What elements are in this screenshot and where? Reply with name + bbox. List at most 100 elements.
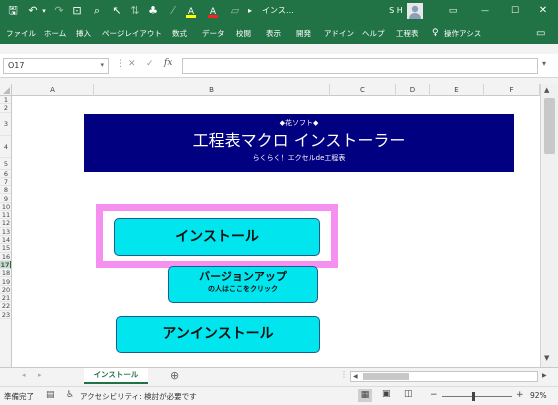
row-header-23[interactable]: 23 [0,311,11,319]
title-bar: 🖫 ↶ ▾ ↷ ⊡ ⌕ ↖ ⇅ ♣ ⁄ A A ▱ ▸ インス… S H ▭ —… [0,0,558,22]
paint-icon[interactable]: ♣ [146,4,160,18]
row-header-17[interactable]: 17 [0,260,11,270]
add-sheet-icon[interactable]: ⊕ [170,369,179,382]
tab-schedule[interactable]: 工程表 [396,27,419,40]
row-header-7[interactable]: 7 [0,178,11,187]
ribbon-display-icon[interactable]: ▭ [446,4,460,18]
scroll-up-icon[interactable]: ▲ [544,86,549,94]
chevron-down-icon[interactable]: ▾ [100,61,104,69]
pointer-icon[interactable]: ↖ [110,4,124,18]
row-header-2[interactable]: 2 [0,104,11,113]
select-all-corner[interactable] [0,84,12,96]
sheet-tab-install[interactable]: インストール [84,368,148,384]
expand-formula-icon[interactable]: ▾ [542,59,546,68]
tab-addins[interactable]: アドイン [324,27,354,40]
column-header-f[interactable]: F [484,84,540,96]
accessibility-status[interactable]: アクセシビリティ: 検討が必要です [80,391,197,402]
page-layout-view-icon[interactable]: ▣ [382,389,391,399]
page-break-view-icon[interactable]: ◫ [404,389,413,399]
row-header-18[interactable]: 18 [0,269,11,278]
tab-split-handle-icon[interactable]: ⋮ [340,370,348,379]
touch-mode-icon[interactable]: ⊡ [70,4,84,18]
undo-icon[interactable]: ↶ [26,4,40,18]
row-header-15[interactable]: 15 [0,244,11,253]
minimize-icon[interactable]: — [478,4,492,18]
lightbulb-icon[interactable]: ♀ [432,27,439,40]
cancel-icon[interactable]: ✕ [128,59,136,69]
scroll-right-icon[interactable]: ▶ [542,370,547,382]
tab-insert[interactable]: 挿入 [76,27,91,40]
row-header-6[interactable]: 6 [0,170,11,178]
enter-icon[interactable]: ✓ [146,59,154,69]
format-icon[interactable]: ⁄ [166,4,180,18]
uninstall-button[interactable]: アンインストール [116,316,320,353]
row-header-8[interactable]: 8 [0,186,11,195]
zoom-in-icon[interactable]: + [516,390,524,400]
close-icon[interactable]: ✕ [536,4,550,18]
zoom-slider-thumb[interactable] [472,392,475,401]
row-header-3[interactable]: 3 [0,113,11,136]
row-header-14[interactable]: 14 [0,236,11,245]
sort-icon[interactable]: ⇅ [128,4,142,18]
scroll-left-icon[interactable]: ◀ [353,372,358,381]
tab-formulas[interactable]: 数式 [172,27,187,40]
row-header-5[interactable]: 5 [0,158,11,170]
print-preview-icon[interactable]: ⌕ [90,4,104,18]
font-color-icon[interactable]: A [206,4,220,18]
row-header-10[interactable]: 10 [0,203,11,212]
row-header-16[interactable]: 16 [0,253,11,261]
next-sheet-icon[interactable]: ▸ [38,371,42,379]
row-header-22[interactable]: 22 [0,302,11,311]
tell-me-box[interactable]: 操作アシス [444,27,481,40]
worksheet-grid[interactable]: ◆花ソフト◆ 工程表マクロ インストーラー らくらく！エクセルde工程表 インス… [12,96,540,367]
tab-page-layout[interactable]: ページレイアウト [102,27,162,40]
redo-icon[interactable]: ↷ [52,4,66,18]
row-header-9[interactable]: 9 [0,195,11,203]
tab-developer[interactable]: 開発 [296,27,311,40]
tab-help[interactable]: ヘルプ [362,27,385,40]
comment-icon[interactable]: ▭ [536,27,545,40]
zoom-out-icon[interactable]: − [430,390,438,400]
column-header-a[interactable]: A [12,84,94,96]
save-icon[interactable]: 🖫 [6,4,20,18]
row-header-13[interactable]: 13 [0,228,11,236]
column-header-d[interactable]: D [396,84,430,96]
tab-file[interactable]: ファイル [6,27,36,40]
scroll-down-icon[interactable]: ▼ [544,354,549,362]
row-header-12[interactable]: 12 [0,219,11,228]
column-header-b[interactable]: B [94,84,330,96]
zoom-level[interactable]: 92% [530,391,547,400]
row-header-4[interactable]: 4 [0,136,11,158]
version-up-button[interactable]: バージョンアップ の人はここをクリック [168,266,318,303]
avatar[interactable] [407,3,423,19]
insert-function-icon[interactable]: fx [164,58,172,68]
horizontal-scrollbar[interactable]: ◀ [350,371,538,382]
fill-color-icon[interactable]: A [184,4,198,18]
customize-toolbar-icon[interactable]: ▸ [244,4,256,18]
column-header-c[interactable]: C [330,84,396,96]
formula-input[interactable] [182,58,538,74]
macro-record-icon[interactable]: ▤ [46,390,55,400]
row-header-20[interactable]: 20 [0,286,11,295]
column-header-e[interactable]: E [430,84,484,96]
tab-home[interactable]: ホーム [44,27,66,40]
row-header-11[interactable]: 11 [0,211,11,220]
tab-view[interactable]: 表示 [266,27,281,40]
accessibility-icon[interactable]: ♿ [66,390,74,400]
restore-icon[interactable]: ☐ [508,4,522,18]
row-header-1[interactable]: 1 [0,96,11,105]
scroll-thumb[interactable] [544,98,555,154]
name-box[interactable]: O17 ▾ [3,58,109,74]
row-header-19[interactable]: 19 [0,278,11,286]
vertical-scrollbar[interactable]: ▲ ▼ [540,84,558,367]
border-icon[interactable]: ▱ [228,4,242,18]
row-header-21[interactable]: 21 [0,294,11,303]
zoom-slider-track[interactable] [442,396,512,397]
undo-dropdown-icon[interactable]: ▾ [40,4,48,18]
install-button[interactable]: インストール [114,218,320,256]
tab-data[interactable]: データ [202,27,225,40]
tab-review[interactable]: 校閲 [236,27,251,40]
prev-sheet-icon[interactable]: ◂ [22,371,26,379]
h-scroll-thumb[interactable] [363,373,409,380]
normal-view-icon[interactable]: ▦ [358,389,372,402]
